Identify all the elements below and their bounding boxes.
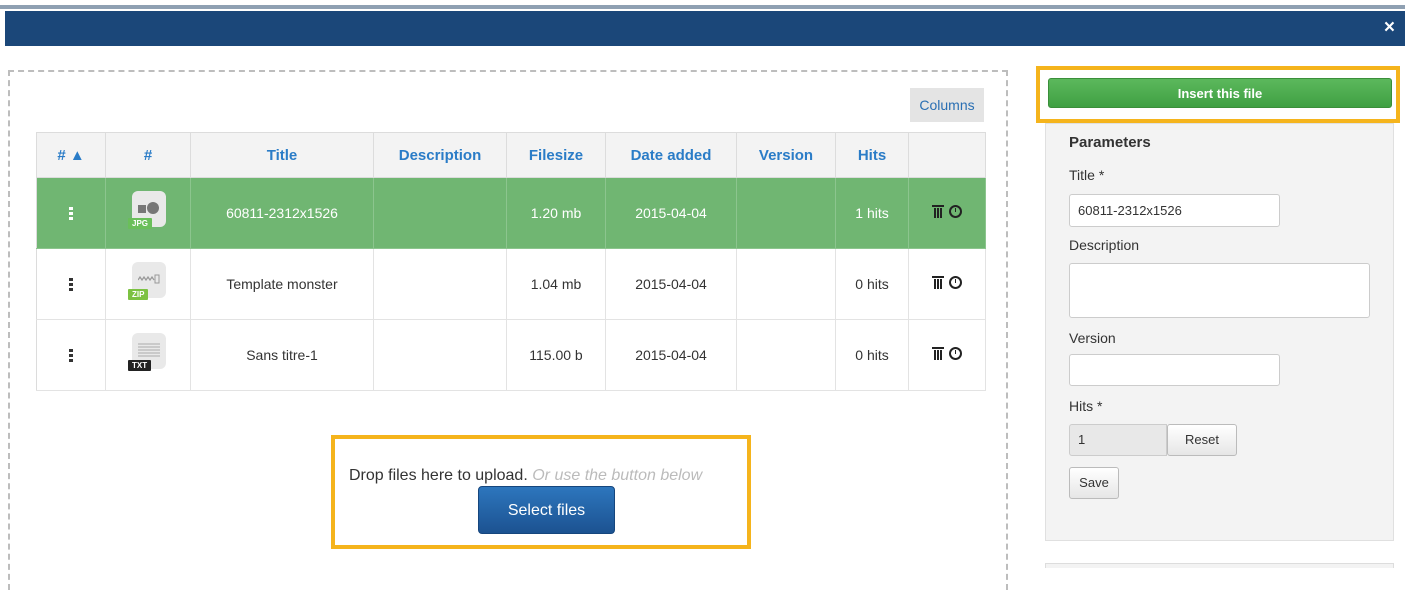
table-row[interactable]: JPG 60811-2312x1526 1.20 mb 2015-04-04 1 hit… [36, 177, 986, 249]
row-version [736, 319, 836, 391]
col-filesize[interactable]: Filesize [506, 132, 606, 178]
insert-highlight: Insert this file [1036, 66, 1400, 123]
description-label: Description [1069, 237, 1140, 253]
select-files-button[interactable]: Select files [478, 486, 615, 534]
row-date-added: 2015-04-04 [605, 248, 737, 320]
row-file-icon-cell: JPG [105, 177, 191, 249]
version-label: Version [1069, 330, 1116, 346]
table-header-row: # ▲ # Title Description Filesize Date ad… [36, 132, 986, 178]
table-row[interactable]: TXT Sans titre-1 115.00 b 2015-04-04 0 hits [36, 319, 986, 391]
row-title[interactable]: Sans titre-1 [190, 319, 374, 391]
trash-icon[interactable] [931, 205, 944, 218]
row-drag-handle[interactable] [36, 319, 106, 391]
table-row[interactable]: ZIP Template monster 1.04 mb 2015-04-04 0 hi… [36, 248, 986, 320]
row-title[interactable]: 60811-2312x1526 [190, 177, 374, 249]
columns-button[interactable]: Columns [910, 88, 984, 122]
row-date-added: 2015-04-04 [605, 319, 737, 391]
upload-area-highlight: Drop files here to upload. Or use the bu… [331, 435, 751, 549]
col-description[interactable]: Description [373, 132, 507, 178]
row-description [373, 319, 507, 391]
hits-field: 1 [1069, 424, 1167, 456]
col-hits[interactable]: Hits [835, 132, 909, 178]
files-table: # ▲ # Title Description Filesize Date ad… [36, 132, 986, 391]
col-title[interactable]: Title [190, 132, 374, 178]
clock-icon[interactable] [948, 276, 962, 289]
row-description [373, 248, 507, 320]
row-description [373, 177, 507, 249]
row-file-icon-cell: ZIP [105, 248, 191, 320]
row-actions [908, 248, 986, 320]
drag-handle-icon[interactable] [69, 207, 73, 221]
row-hits: 1 hits [835, 177, 909, 249]
drag-handle-icon[interactable] [69, 278, 73, 292]
row-hits: 0 hits [835, 319, 909, 391]
description-field[interactable] [1069, 263, 1370, 318]
row-filesize: 1.20 mb [506, 177, 606, 249]
reset-hits-button[interactable]: Reset [1167, 424, 1237, 456]
parameters-heading: Parameters [1069, 134, 1151, 151]
col-actions [908, 132, 986, 178]
zip-file-icon: ZIP [128, 262, 168, 306]
hits-label: Hits * [1069, 398, 1103, 414]
row-actions [908, 177, 986, 249]
row-version [736, 177, 836, 249]
col-order-sort[interactable]: # ▲ [36, 132, 106, 178]
jpg-file-icon: JPG [128, 191, 168, 235]
row-filesize: 115.00 b [506, 319, 606, 391]
col-date-added[interactable]: Date added [605, 132, 737, 178]
drop-text: Drop files here to upload. [349, 467, 528, 484]
close-icon[interactable]: × [1384, 17, 1395, 39]
row-title[interactable]: Template monster [190, 248, 374, 320]
next-panel-edge [1045, 563, 1394, 568]
title-field[interactable]: 60811-2312x1526 [1069, 194, 1280, 227]
version-field[interactable] [1069, 354, 1280, 386]
row-drag-handle[interactable] [36, 177, 106, 249]
txt-file-icon: TXT [128, 333, 168, 377]
title-label: Title * [1069, 167, 1105, 183]
file-type-tag: JPG [128, 218, 153, 229]
parameters-panel: Parameters Title * 60811-2312x1526 Descr… [1045, 123, 1394, 541]
drop-instructions: Drop files here to upload. Or use the bu… [349, 467, 702, 485]
insert-file-button[interactable]: Insert this file [1048, 78, 1392, 108]
drop-hint: Or use the button below [532, 467, 703, 484]
row-hits: 0 hits [835, 248, 909, 320]
trash-icon[interactable] [931, 276, 944, 289]
row-version [736, 248, 836, 320]
modal-header: × [5, 11, 1405, 46]
row-date-added: 2015-04-04 [605, 177, 737, 249]
col-icon[interactable]: # [105, 132, 191, 178]
save-button[interactable]: Save [1069, 467, 1119, 499]
clock-icon[interactable] [948, 347, 962, 360]
drag-handle-icon[interactable] [69, 349, 73, 363]
clock-icon[interactable] [948, 205, 962, 218]
file-type-tag: TXT [128, 360, 152, 371]
col-version[interactable]: Version [736, 132, 836, 178]
row-actions [908, 319, 986, 391]
trash-icon[interactable] [931, 347, 944, 360]
row-file-icon-cell: TXT [105, 319, 191, 391]
row-drag-handle[interactable] [36, 248, 106, 320]
file-type-tag: ZIP [128, 289, 149, 300]
row-filesize: 1.04 mb [506, 248, 606, 320]
